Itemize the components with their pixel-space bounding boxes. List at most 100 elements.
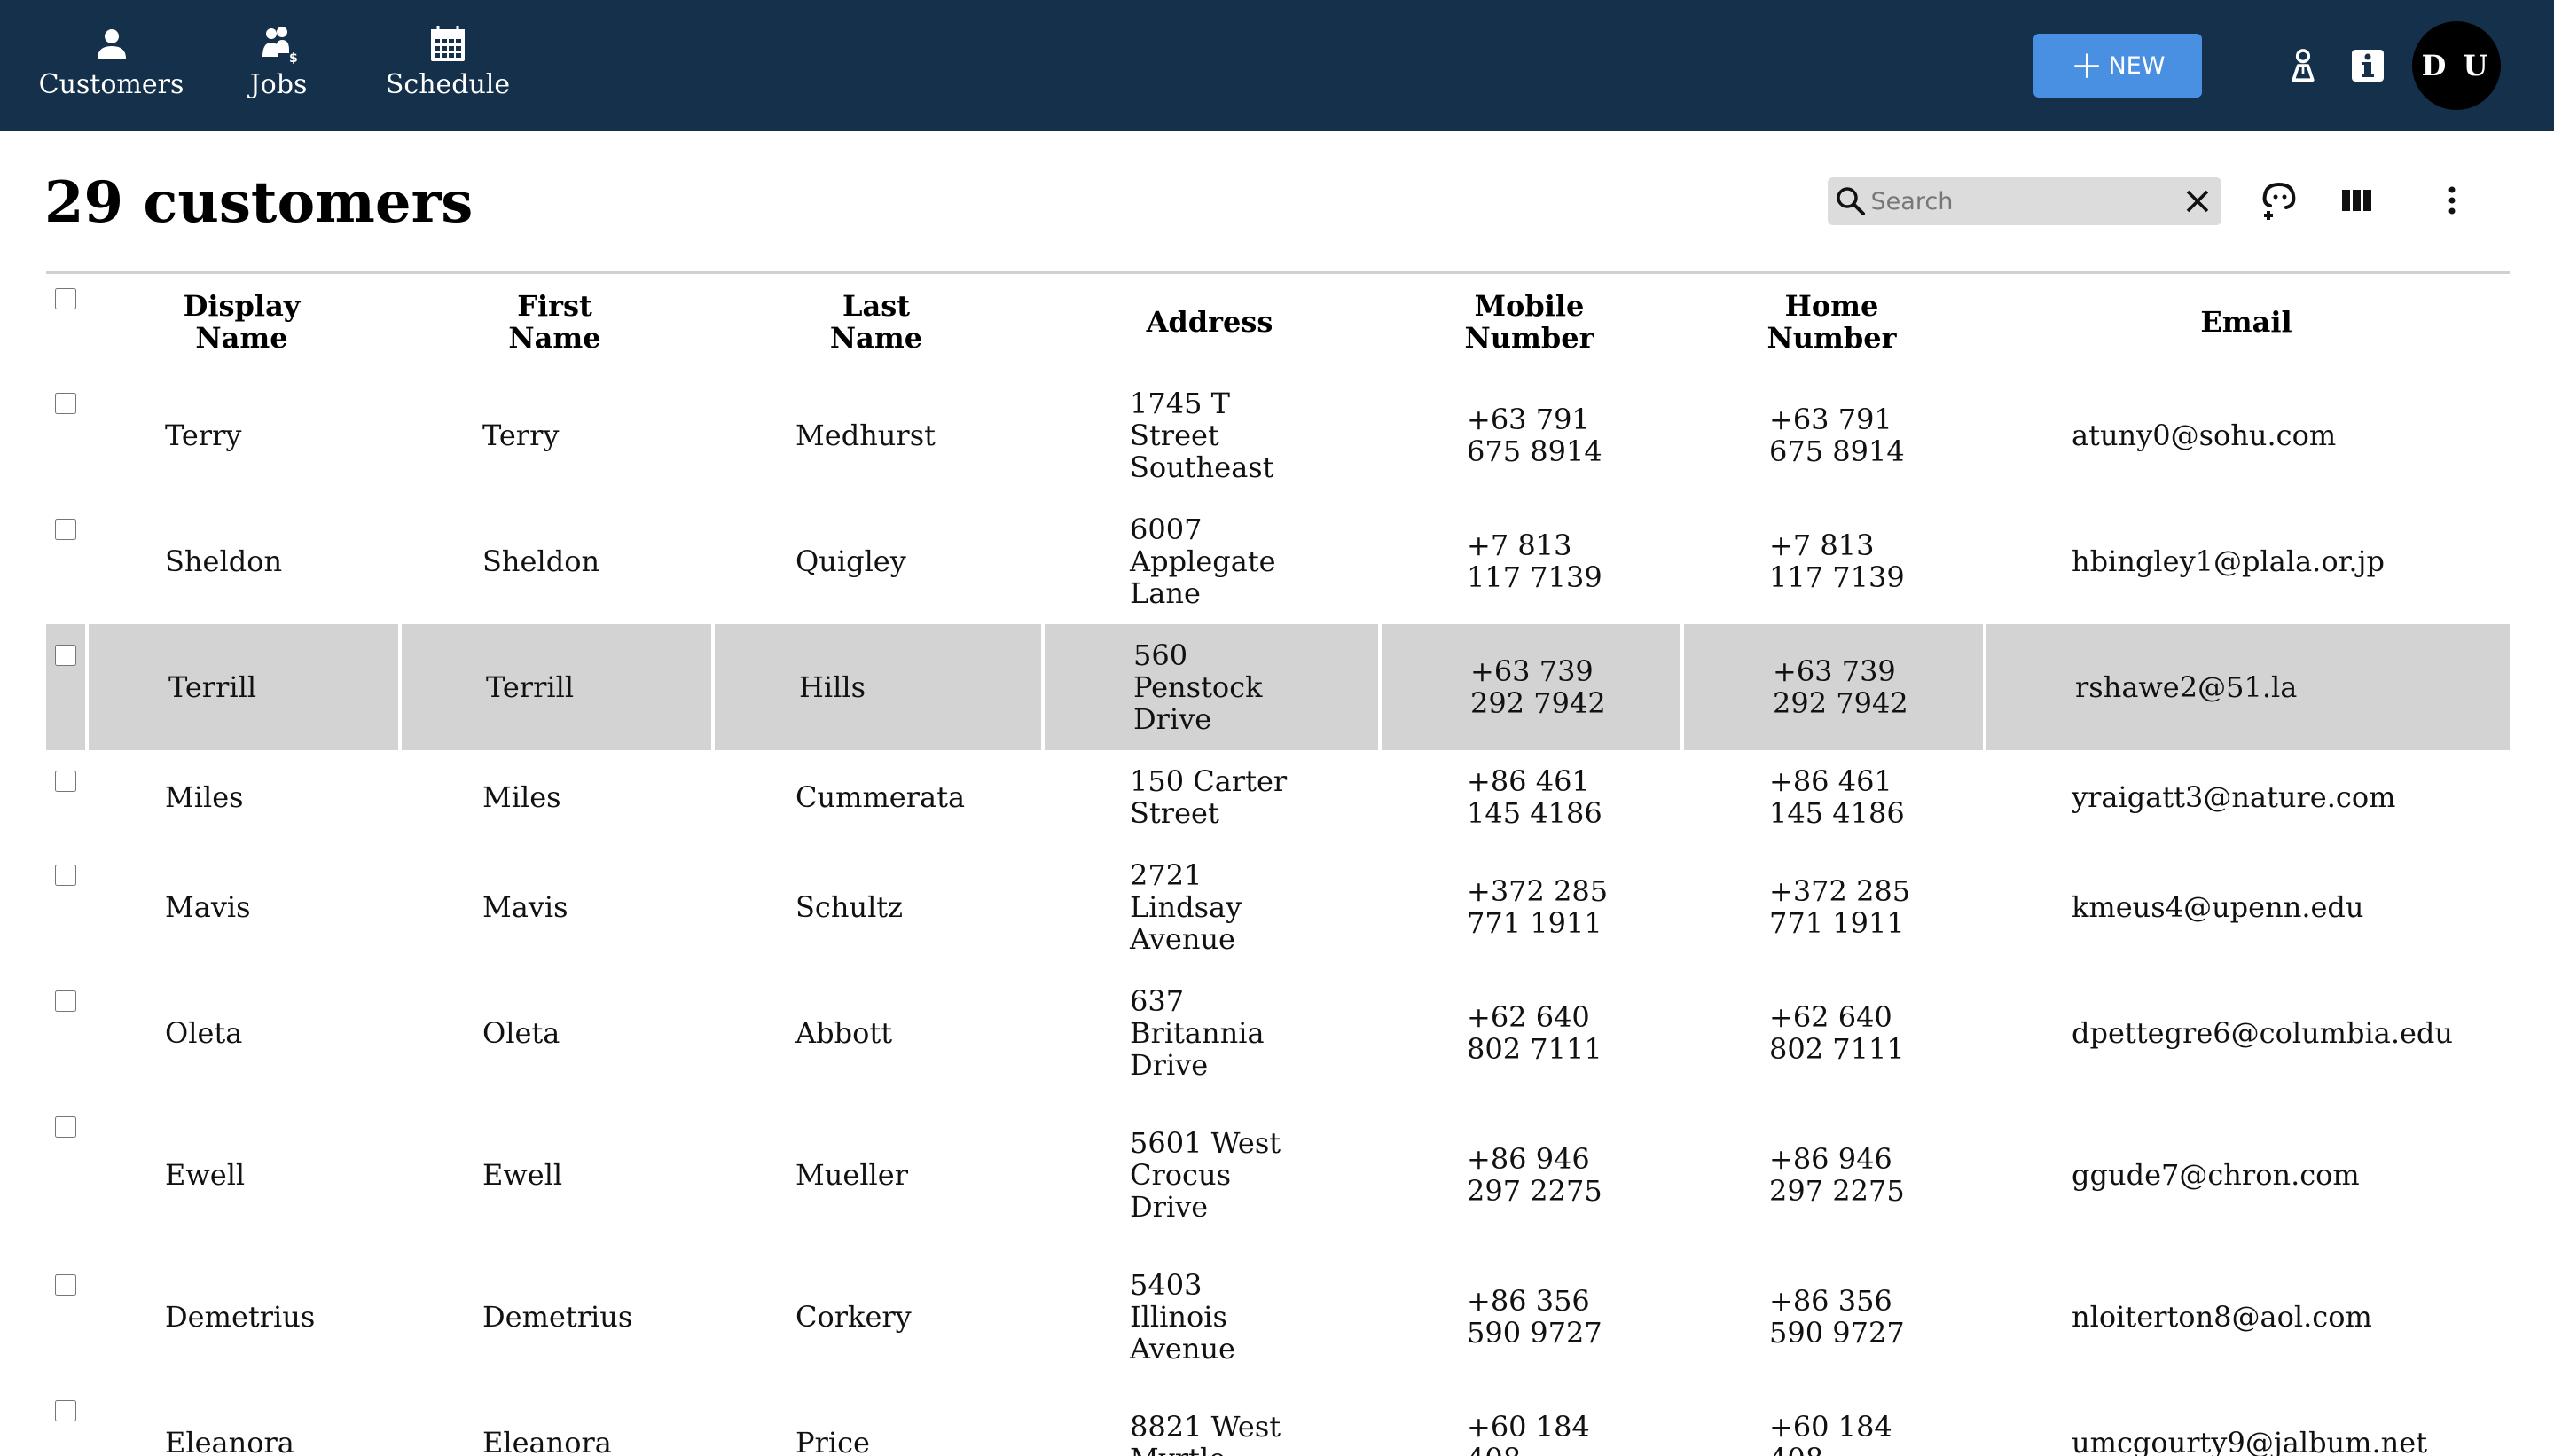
more-options-button[interactable] (2427, 176, 2477, 225)
column-header-mobile-number[interactable]: Mobile Number (1378, 271, 1680, 372)
address-cell: 637 Britannia Drive (1041, 970, 1378, 1096)
address-cell-line: Britannia (1130, 1016, 1265, 1050)
mobile-number-cell: +86 461 145 4186 (1378, 750, 1680, 844)
column-header-email[interactable]: Email (1983, 271, 2510, 372)
search-input[interactable] (1870, 177, 2174, 225)
address-cell-line: 150 Carter (1130, 764, 1288, 798)
table-row[interactable]: Terrill Terrill Hills 560 Penstock Drive +63 7… (46, 624, 2510, 750)
row-select-cell (46, 1096, 85, 1254)
address-cell-line: Myrtle (1130, 1443, 1369, 1456)
first-name-cell: Demetrius (482, 1300, 633, 1334)
row-checkbox[interactable] (55, 393, 76, 414)
address-cell-line: 2721 (1130, 858, 1203, 892)
home-number-cell-line: +86 461 (1769, 764, 1892, 798)
technician-button[interactable] (2282, 44, 2324, 87)
svg-text:$: $ (289, 51, 298, 64)
display-name-cell: Mavis (165, 890, 251, 924)
table-row[interactable]: EleanoraEleanoraPrice8821 WestMyrtle+60 … (46, 1380, 2510, 1456)
table-row[interactable]: Demetrius Demetrius Corkery 5403 Illinois Ave… (46, 1254, 2510, 1380)
column-header-last-name[interactable]: Last Name (711, 271, 1041, 372)
row-checkbox[interactable] (55, 990, 76, 1012)
row-checkbox[interactable] (55, 771, 76, 792)
nav-item-jobs[interactable]: $ Jobs (234, 25, 323, 101)
home-number-cell-line: +86 946 (1769, 1142, 1892, 1176)
clear-search-button[interactable] (2174, 177, 2221, 225)
mobile-number-cell-line: 408 (1467, 1443, 1672, 1456)
columns-button[interactable] (2332, 176, 2382, 225)
mobile-number-cell: +372 285 771 1911 (1378, 844, 1680, 970)
mobile-number-cell-line: 292 7942 (1470, 686, 1606, 720)
header-label: Display Name (183, 289, 301, 355)
new-button[interactable]: + NEW (2033, 34, 2202, 98)
mobile-number-cell-line: 802 7111 (1467, 1032, 1602, 1066)
search-icon (1831, 177, 1871, 225)
email-cell: rshawe2@51.la (1983, 624, 2510, 750)
home-number-cell: +7 813 117 7139 (1680, 498, 1983, 624)
mobile-number-cell: +62 640 802 7111 (1378, 970, 1680, 1096)
address-cell-line: Street (1130, 419, 1219, 452)
first-name-cell: Terrill (398, 624, 711, 750)
table-row[interactable]: Terry Terry Medhurst 1745 T Street Southeast +… (46, 372, 2510, 498)
column-header-home-number[interactable]: Home Number (1680, 271, 1983, 372)
select-all-checkbox[interactable] (55, 288, 76, 309)
address-cell-line: 8821 West (1130, 1410, 1281, 1444)
table-row[interactable]: Miles Miles Cummerata 150 Carter Street +86 4… (46, 750, 2510, 844)
address-cell-line: Avenue (1130, 1332, 1235, 1366)
table-row[interactable]: Sheldon Sheldon Quigley 6007 Applegate Lane +7… (46, 498, 2510, 624)
display-name-cell: Miles (165, 780, 244, 814)
mobile-number-cell-line: +86 356 (1467, 1284, 1590, 1318)
home-number-cell-line: 802 7111 (1769, 1032, 1905, 1066)
column-header-address[interactable]: Address (1041, 271, 1378, 372)
mobile-number-cell-line: 145 4186 (1467, 796, 1602, 830)
info-icon (2352, 50, 2384, 82)
add-customer-button[interactable] (2254, 176, 2304, 225)
info-button[interactable] (2346, 44, 2389, 87)
address-cell-line: Southeast (1130, 450, 1274, 484)
email-cell: kmeus4@upenn.edu (2072, 890, 2364, 924)
row-checkbox[interactable] (55, 1116, 76, 1138)
mobile-number-cell-line: +63 739 (1470, 654, 1594, 688)
row-checkbox[interactable] (55, 519, 76, 540)
display-name-cell: Demetrius (165, 1300, 316, 1334)
address-cell: 560 Penstock Drive (1041, 624, 1378, 750)
column-header-first-name[interactable]: First Name (398, 271, 711, 372)
row-checkbox[interactable] (55, 1274, 76, 1296)
technician-icon (2292, 49, 2315, 82)
address-cell-line: Applegate (1130, 544, 1276, 578)
row-select-cell (46, 970, 85, 1096)
address-cell-line: Drive (1133, 702, 1212, 736)
address-cell-line: Lindsay (1130, 890, 1242, 924)
row-select-cell (46, 1380, 85, 1456)
first-name-cell: Sheldon (482, 544, 600, 578)
address-cell-line: 637 (1130, 984, 1185, 1018)
home-number-cell: +60 184408 (1680, 1380, 1983, 1456)
address-cell: 2721 Lindsay Avenue (1041, 844, 1378, 970)
header-label: Home Number (1767, 289, 1897, 355)
row-checkbox[interactable] (55, 1400, 76, 1421)
home-number-cell-line: 408 (1769, 1443, 1974, 1456)
nav-item-schedule[interactable]: Schedule (386, 25, 510, 101)
last-name-cell: Mueller (795, 1158, 909, 1192)
home-number-cell: +86 461 145 4186 (1680, 750, 1983, 844)
column-header-display-name[interactable]: Display Name (85, 271, 398, 372)
email-cell: dpettegre6@columbia.edu (2072, 1016, 2454, 1050)
table-row[interactable]: Ewell Ewell Mueller 5601 West Crocus Drive +86… (46, 1096, 2510, 1254)
mobile-number-cell-line: 771 1911 (1467, 906, 1602, 940)
row-select-cell (46, 1254, 85, 1380)
row-select-cell (46, 372, 85, 498)
display-name-cell: Terry (165, 419, 242, 452)
row-checkbox[interactable] (55, 865, 76, 886)
home-number-cell-line: 117 7139 (1769, 560, 1905, 594)
nav-item-customers[interactable]: Customers (39, 25, 184, 101)
columns-icon (2342, 190, 2371, 211)
user-avatar[interactable]: D U (2412, 21, 2501, 110)
customer-icon (97, 29, 126, 59)
last-name-cell: Cummerata (795, 780, 966, 814)
table-row[interactable]: Oleta Oleta Abbott 637 Britannia Drive +62 640… (46, 970, 2510, 1096)
table-row[interactable]: Mavis Mavis Schultz 2721 Lindsay Avenue +372 2… (46, 844, 2510, 970)
mobile-number-cell: +63 791 675 8914 (1378, 372, 1680, 498)
home-number-cell: +62 640 802 7111 (1680, 970, 1983, 1096)
last-name-cell: Price (795, 1426, 870, 1456)
row-checkbox[interactable] (55, 645, 76, 666)
row-select-cell (46, 750, 85, 844)
